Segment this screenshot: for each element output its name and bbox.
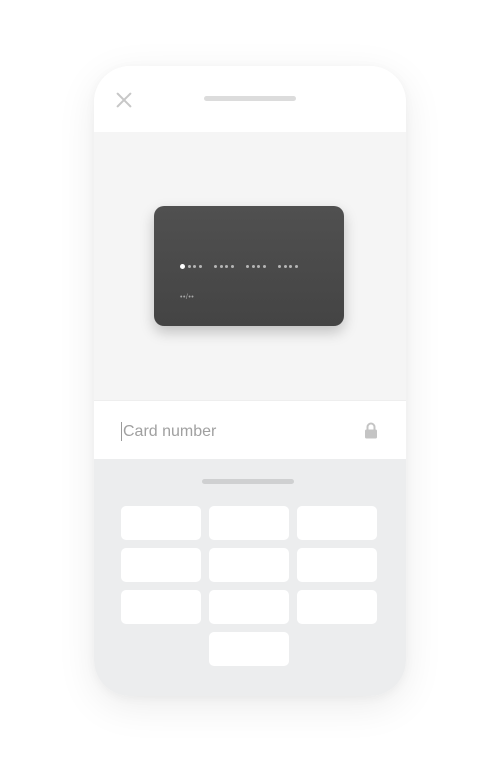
digit-dot [283,265,287,268]
keypad-key[interactable] [297,590,377,624]
digit-dot [198,265,202,268]
keypad-key[interactable] [121,548,201,582]
digit-dot [246,265,249,268]
digit-dot [262,265,266,268]
card-number-placeholder: Card number [123,423,217,440]
keypad-key[interactable] [121,590,201,624]
numeric-keypad [94,459,406,696]
card-number-group [180,264,204,269]
credit-card-preview: ••/•• [154,206,344,326]
digit-dot [257,265,260,268]
digit-dot [193,265,196,268]
keypad-key[interactable] [209,506,289,540]
digit-dot [225,265,228,268]
digit-dot [230,265,234,268]
keypad-key[interactable] [121,506,201,540]
digit-dot [214,265,217,268]
digit-dot [294,265,298,268]
digit-dot [187,265,191,268]
text-caret [121,422,122,441]
card-number-group [278,265,300,268]
keypad-key[interactable] [209,590,289,624]
card-number-group [214,265,236,268]
card-expiry: ••/•• [180,294,195,301]
keypad-key[interactable] [297,548,377,582]
card-number-dots [180,264,310,269]
digit-dot [289,265,292,268]
keypad-key[interactable] [209,632,289,666]
keypad-key[interactable] [209,548,289,582]
keypad-key[interactable] [297,506,377,540]
close-icon[interactable] [116,92,132,108]
digit-dot [251,265,255,268]
phone-frame: ••/•• Card number [94,66,406,696]
card-preview-area: ••/•• [94,132,406,400]
lock-icon [365,422,377,439]
card-number-group [246,265,268,268]
keypad-drag-handle [202,479,294,484]
digit-dot [219,265,223,268]
top-drag-handle [204,96,296,101]
card-number-field[interactable]: Card number [94,400,406,460]
active-digit-dot [180,264,185,269]
top-bar [94,66,406,132]
digit-dot [278,265,281,268]
